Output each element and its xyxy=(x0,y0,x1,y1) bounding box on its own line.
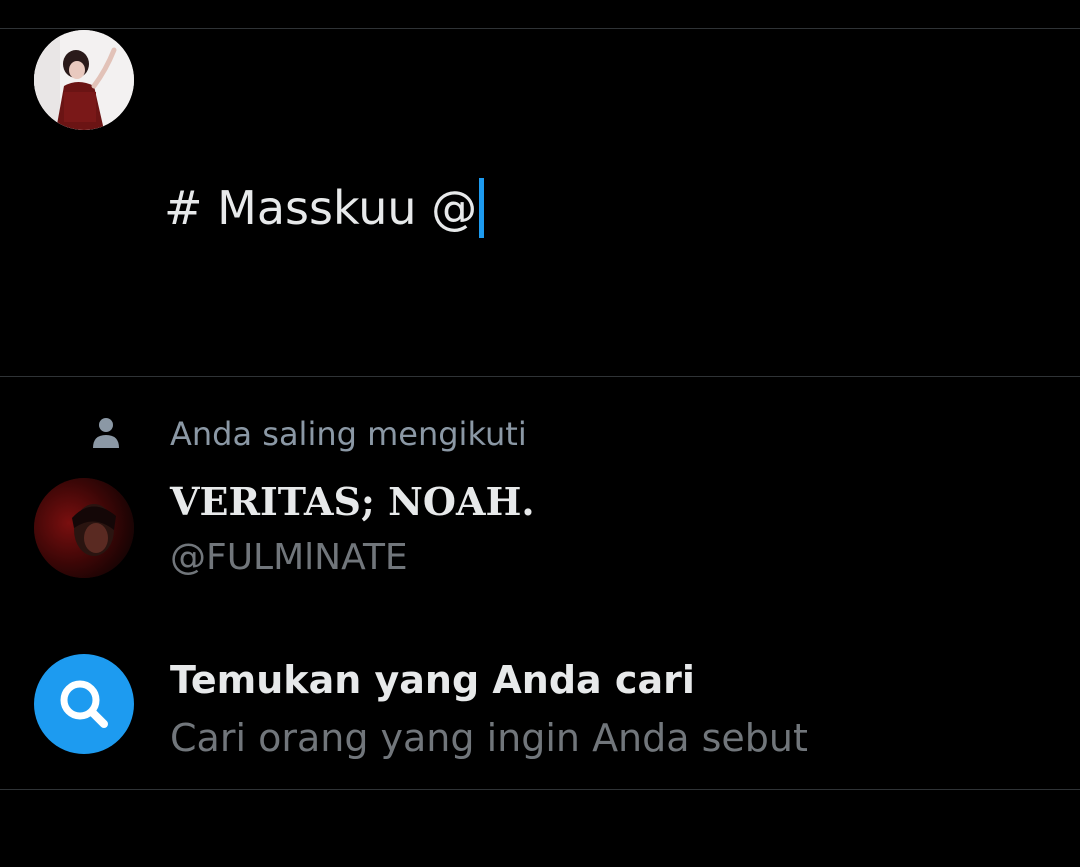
find-people-suggestion[interactable]: Temukan yang Anda cari Cari orang yang i… xyxy=(0,650,1080,770)
person-icon xyxy=(93,418,119,448)
top-divider xyxy=(0,28,1080,29)
suggestions-divider xyxy=(0,376,1080,377)
text-cursor xyxy=(479,178,485,238)
search-icon xyxy=(60,680,108,728)
mutual-follow-context: Anda saling mengikuti xyxy=(0,410,1080,458)
mutual-follow-label: Anda saling mengikuti xyxy=(170,415,527,453)
mention-suggestion-user[interactable]: VERITAS; NOAH. @FULMlNATE xyxy=(0,470,1080,590)
suggested-user-display-name: VERITAS; NOAH. xyxy=(170,479,535,524)
search-icon-circle xyxy=(34,654,134,754)
find-people-subtitle: Cari orang yang ingin Anda sebut xyxy=(170,716,808,760)
bottom-divider xyxy=(0,789,1080,790)
suggested-user-avatar xyxy=(34,478,134,578)
find-people-title: Temukan yang Anda cari xyxy=(170,658,695,702)
suggested-user-handle: @FULMlNATE xyxy=(170,537,408,578)
avatar-photo-icon xyxy=(34,30,134,130)
tweet-text-input[interactable]: # Masskuu @ xyxy=(164,178,485,238)
composer-avatar[interactable] xyxy=(34,30,134,130)
compose-screen: # Masskuu @ Anda saling mengikuti VERITA… xyxy=(0,0,1080,867)
tweet-text-value: # Masskuu @ xyxy=(164,181,478,235)
avatar-photo-icon xyxy=(34,478,134,578)
